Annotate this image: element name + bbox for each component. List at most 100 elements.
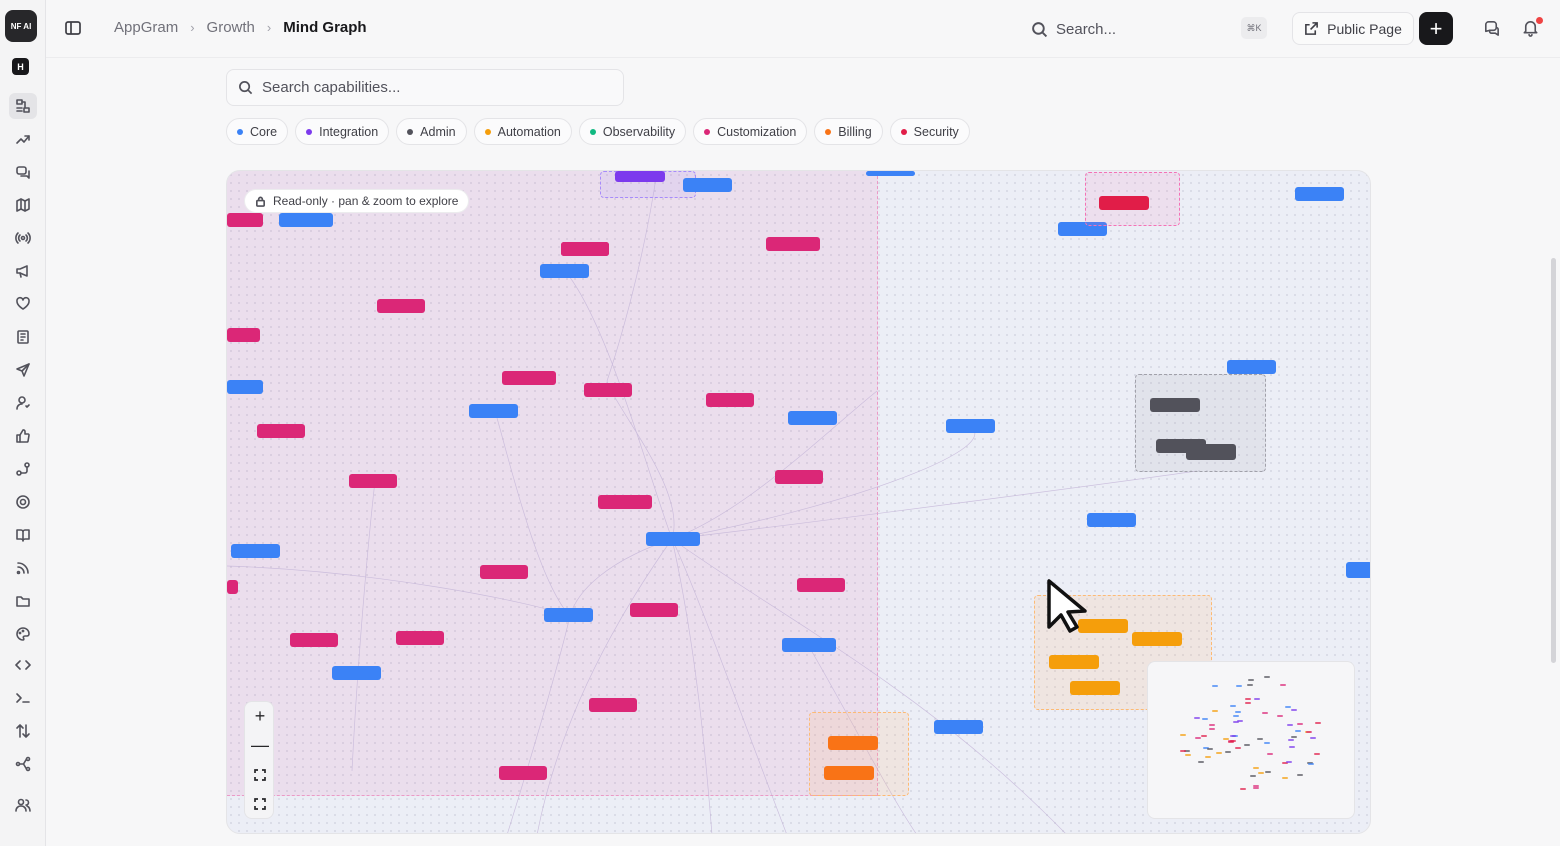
terminal-icon[interactable] <box>9 685 37 711</box>
graph-node[interactable] <box>797 578 845 592</box>
graph-node[interactable] <box>499 766 547 780</box>
sidebar-toggle-icon[interactable] <box>64 19 82 37</box>
graph-node[interactable] <box>866 171 915 176</box>
graph-node[interactable] <box>1070 681 1120 695</box>
palette-icon[interactable] <box>9 621 37 647</box>
share-flow-icon[interactable] <box>9 751 37 777</box>
fullscreen-button[interactable] <box>245 789 275 818</box>
graph-node[interactable] <box>544 608 593 622</box>
graph-node[interactable] <box>782 638 836 652</box>
graph-node[interactable] <box>396 631 444 645</box>
broadcast-icon[interactable] <box>9 225 37 251</box>
graph-node[interactable] <box>349 474 397 488</box>
chip-automation[interactable]: Automation <box>473 118 572 145</box>
minimap-node <box>1207 748 1214 751</box>
graph-node[interactable] <box>683 178 732 192</box>
graph-node[interactable] <box>934 720 983 734</box>
graph-node[interactable] <box>828 736 878 750</box>
sort-icon[interactable] <box>9 718 37 744</box>
trending-icon[interactable] <box>9 126 37 152</box>
graph-node[interactable] <box>1295 187 1344 201</box>
chip-observability[interactable]: Observability <box>578 118 687 145</box>
graph-node[interactable] <box>561 242 609 256</box>
chip-billing[interactable]: Billing <box>814 118 883 145</box>
heart-icon[interactable] <box>9 291 37 317</box>
graph-node[interactable] <box>1227 360 1276 374</box>
graph-node[interactable] <box>231 544 280 558</box>
chip-customization[interactable]: Customization <box>693 118 808 145</box>
workflow-icon[interactable] <box>9 456 37 482</box>
chip-admin[interactable]: Admin <box>396 118 467 145</box>
graph-node[interactable] <box>706 393 754 407</box>
graph-node[interactable] <box>469 404 518 418</box>
graph-node[interactable] <box>1087 513 1136 527</box>
graph-node[interactable] <box>589 698 637 712</box>
graph-node[interactable] <box>227 380 263 394</box>
bell-icon[interactable] <box>1521 17 1543 40</box>
zoom-out-button[interactable]: — <box>245 731 275 760</box>
graph-node[interactable] <box>1186 444 1236 460</box>
graph-minimap[interactable] <box>1147 661 1355 819</box>
graph-node[interactable] <box>615 171 665 182</box>
graph-node[interactable] <box>290 633 338 647</box>
capability-search[interactable] <box>226 69 624 106</box>
graph-node[interactable] <box>1150 398 1200 412</box>
add-button[interactable]: + <box>1419 12 1453 45</box>
breadcrumb-item-growth[interactable]: Growth <box>207 19 255 36</box>
graph-node[interactable] <box>788 411 837 425</box>
page-scrollbar[interactable] <box>1551 258 1556 663</box>
support-icon[interactable] <box>9 489 37 515</box>
document-icon[interactable] <box>9 324 37 350</box>
graph-node[interactable] <box>377 299 425 313</box>
graph-node[interactable] <box>775 470 823 484</box>
code-icon[interactable] <box>9 652 37 678</box>
minimap-node <box>1288 739 1295 742</box>
chip-label: Customization <box>717 124 797 139</box>
graph-node[interactable] <box>227 328 260 342</box>
send-icon[interactable] <box>9 357 37 383</box>
graph-node[interactable] <box>824 766 874 780</box>
graph-node[interactable] <box>584 383 632 397</box>
global-search[interactable]: Search... <box>1031 18 1271 40</box>
graph-node[interactable] <box>646 532 700 546</box>
graph-node[interactable] <box>766 237 820 251</box>
book-icon[interactable] <box>9 522 37 548</box>
minimap-node <box>1287 724 1294 727</box>
workspace-avatar[interactable]: H <box>12 58 29 75</box>
graph-node[interactable] <box>540 264 589 278</box>
capability-search-input[interactable] <box>262 79 602 96</box>
public-page-button[interactable]: Public Page <box>1292 12 1414 45</box>
graph-node[interactable] <box>946 419 995 433</box>
graph-node[interactable] <box>502 371 556 385</box>
graph-node[interactable] <box>257 424 305 438</box>
chat-bubbles-icon[interactable] <box>1482 18 1504 40</box>
app-logo[interactable]: NF AI <box>5 10 37 42</box>
graph-node[interactable] <box>227 213 263 227</box>
graph-node[interactable] <box>279 213 333 227</box>
map-icon[interactable] <box>9 192 37 218</box>
graph-node[interactable] <box>1049 655 1099 669</box>
mind-graph-canvas[interactable]: Read-only · pan & zoom to explore + — <box>226 170 1371 834</box>
chat-icon[interactable] <box>9 159 37 185</box>
chip-security[interactable]: Security <box>889 118 970 145</box>
graph-node[interactable] <box>227 580 238 594</box>
breadcrumb-item-appgram[interactable]: AppGram <box>114 19 178 36</box>
user-icon[interactable] <box>9 390 37 416</box>
thumbs-up-icon[interactable] <box>9 423 37 449</box>
graph-node[interactable] <box>1099 196 1149 210</box>
folder-icon[interactable] <box>9 588 37 614</box>
graph-node[interactable] <box>332 666 381 680</box>
fit-view-button[interactable] <box>245 760 275 789</box>
chip-core[interactable]: Core <box>226 118 289 145</box>
graph-node[interactable] <box>598 495 652 509</box>
graph-node[interactable] <box>1132 632 1182 646</box>
megaphone-icon[interactable] <box>9 258 37 284</box>
graph-node[interactable] <box>1346 562 1370 578</box>
team-icon[interactable] <box>9 792 37 818</box>
zoom-in-button[interactable]: + <box>245 702 275 731</box>
mind-graph-nav-icon[interactable] <box>9 93 37 119</box>
chip-integration[interactable]: Integration <box>295 118 390 145</box>
graph-node[interactable] <box>480 565 528 579</box>
rss-icon[interactable] <box>9 555 37 581</box>
graph-node[interactable] <box>630 603 678 617</box>
